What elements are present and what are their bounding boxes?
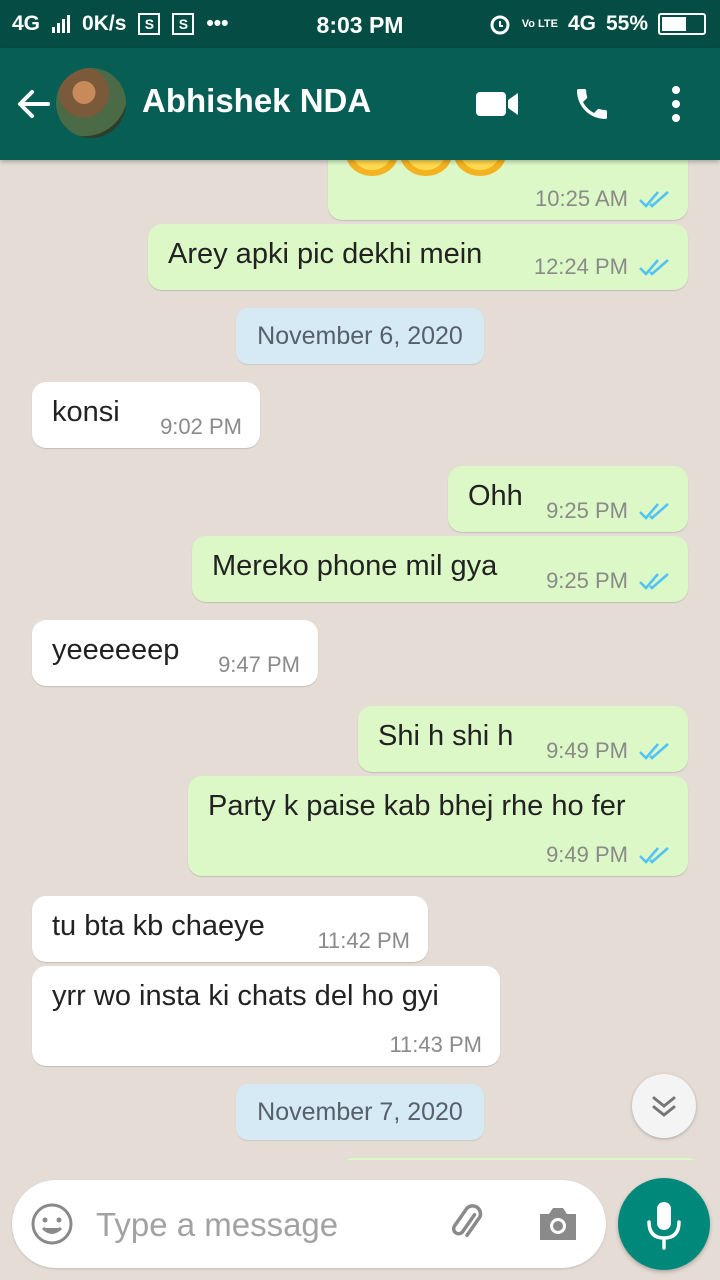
read-ticks-icon: [639, 847, 669, 864]
read-ticks-icon: [639, 573, 669, 590]
camera-icon[interactable]: [536, 1204, 580, 1244]
message-input[interactable]: Type a message: [96, 1206, 338, 1244]
message-bubble-incoming[interactable]: tu bta kb chaeye 11:42 PM: [32, 896, 428, 962]
battery-icon: [658, 13, 706, 35]
battery-percent: 55%: [605, 12, 648, 35]
message-text: Party k paise kab bhej rhe ho fer: [208, 790, 626, 822]
emoji-icon[interactable]: [30, 1202, 74, 1246]
mic-button[interactable]: [618, 1178, 710, 1270]
message-composer: Type a message: [12, 1180, 606, 1268]
date-chip: November 7, 2020: [236, 1084, 484, 1140]
read-ticks-icon: [639, 259, 669, 276]
status-bar: 4G 0K/s S S ••• 8:03 PM Vo LTE 4G 55%: [0, 0, 720, 48]
message-text: Mereko phone mil gya: [212, 550, 498, 582]
message-bubble-outgoing[interactable]: Shi h shi h 9:49 PM: [358, 706, 688, 772]
message-text: Ohh: [468, 480, 523, 512]
message-time: 10:25 AM: [535, 186, 628, 211]
avatar[interactable]: [56, 68, 126, 138]
message-time: 9:25 PM: [546, 568, 628, 593]
network-type-2: 4G: [567, 12, 596, 35]
message-time: 9:47 PM: [218, 652, 300, 677]
message-bubble-outgoing[interactable]: Ohh 9:25 PM: [448, 466, 688, 532]
message-text: konsi: [52, 396, 120, 428]
alarm-icon: [490, 15, 510, 35]
mic-icon: [647, 1202, 681, 1250]
phone-icon[interactable]: [572, 84, 612, 124]
volte-icon: Vo LTE: [521, 17, 558, 30]
message-text: yeeeeeep: [52, 634, 180, 666]
message-bubble-outgoing[interactable]: 10:25 AM: [328, 160, 688, 220]
message-time: 9:49 PM: [546, 842, 628, 867]
read-ticks-icon: [639, 503, 669, 520]
message-bubble-outgoing[interactable]: Party k paise kab bhej rhe ho fer 9:49 P…: [188, 776, 688, 876]
message-time: 11:43 PM: [389, 1032, 482, 1057]
message-bubble-incoming[interactable]: konsi 9:02 PM: [32, 382, 260, 448]
message-bubble-outgoing[interactable]: Mereko phone mil gya 9:25 PM: [192, 536, 688, 602]
chat-area[interactable]: 10:25 AM Arey apki pic dekhi mein 12:24 …: [0, 160, 720, 1160]
message-text: tu bta kb chaeye: [52, 910, 265, 942]
message-time: 11:42 PM: [317, 928, 410, 953]
contact-name[interactable]: Abhishek NDA: [142, 82, 371, 120]
video-call-icon[interactable]: [474, 88, 520, 120]
read-ticks-icon: [639, 191, 669, 208]
message-bubble-outgoing[interactable]: Arey apki pic dekhi mein 12:24 PM: [148, 224, 688, 290]
message-text: Arey apki pic dekhi mein: [168, 238, 483, 270]
message-bubble-outgoing[interactable]: [340, 1158, 702, 1160]
read-ticks-icon: [639, 743, 669, 760]
message-bubble-incoming[interactable]: yeeeeeep 9:47 PM: [32, 620, 318, 686]
laughing-emoji-icon: [346, 160, 506, 176]
message-time: 9:25 PM: [546, 498, 628, 523]
scroll-to-bottom-button[interactable]: [632, 1074, 696, 1138]
message-time: 9:49 PM: [546, 738, 628, 763]
date-chip: November 6, 2020: [236, 308, 484, 364]
attach-icon[interactable]: [446, 1202, 490, 1246]
chat-header: Abhishek NDA: [0, 48, 720, 160]
message-time: 12:24 PM: [533, 254, 628, 279]
message-time: 9:02 PM: [160, 414, 242, 439]
more-vert-icon[interactable]: [664, 84, 688, 124]
back-arrow-icon[interactable]: [14, 84, 54, 124]
message-bubble-incoming[interactable]: yrr wo insta ki chats del ho gyi 11:43 P…: [32, 966, 500, 1066]
double-chevron-down-icon: [652, 1096, 676, 1117]
message-text: Shi h shi h: [378, 720, 514, 752]
message-text: yrr wo insta ki chats del ho gyi: [52, 980, 439, 1012]
